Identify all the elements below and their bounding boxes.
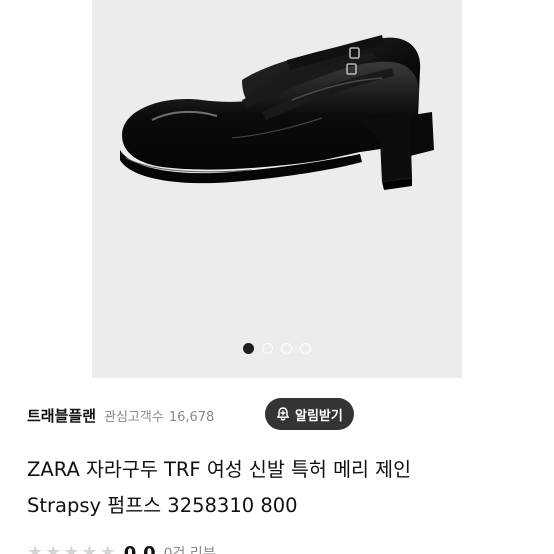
star-icon: ★ [45,542,62,554]
product-title-line-2: Strapsy 펌프스 3258310 800 [27,494,298,517]
carousel-dot-4[interactable] [300,343,311,354]
rating-row[interactable]: ★ ★ ★ ★ ★ 0.0 0건 리뷰 [27,542,216,554]
rating-score: 0.0 [123,542,156,554]
alarm-button-label: 알림받기 [295,408,343,424]
product-page: 트래블플랜 관심고객수 16,678 알림받기 ZARA 자라구두 TRF 여성 … [0,0,554,554]
alarm-subscribe-button[interactable]: 알림받기 [265,398,354,430]
star-icon: ★ [63,542,80,554]
carousel-dot-3[interactable] [281,343,292,354]
bell-plus-icon [275,406,291,422]
product-image-carousel[interactable] [92,0,462,378]
carousel-dot-1[interactable] [243,343,254,354]
review-count[interactable]: 0건 리뷰 [164,543,216,554]
rating-stars: ★ ★ ★ ★ ★ [27,544,116,554]
seller-row: 트래블플랜 관심고객수 16,678 알림받기 [27,398,537,432]
star-icon: ★ [27,542,44,554]
seller-followers: 관심고객수 16,678 [104,406,214,425]
product-title-line-1: ZARA 자라구두 TRF 여성 신발 특허 메리 제인 [27,458,412,481]
star-icon: ★ [99,542,116,554]
followers-count: 16,678 [168,409,215,425]
seller-name[interactable]: 트래블플랜 [27,405,96,426]
product-image [120,35,434,190]
carousel-dots [92,343,462,354]
product-title: ZARA 자라구두 TRF 여성 신발 특허 메리 제인 Strapsy 펌프스… [27,452,537,524]
carousel-dot-2[interactable] [262,343,273,354]
followers-label: 관심고객수 [104,409,164,425]
star-icon: ★ [81,542,98,554]
